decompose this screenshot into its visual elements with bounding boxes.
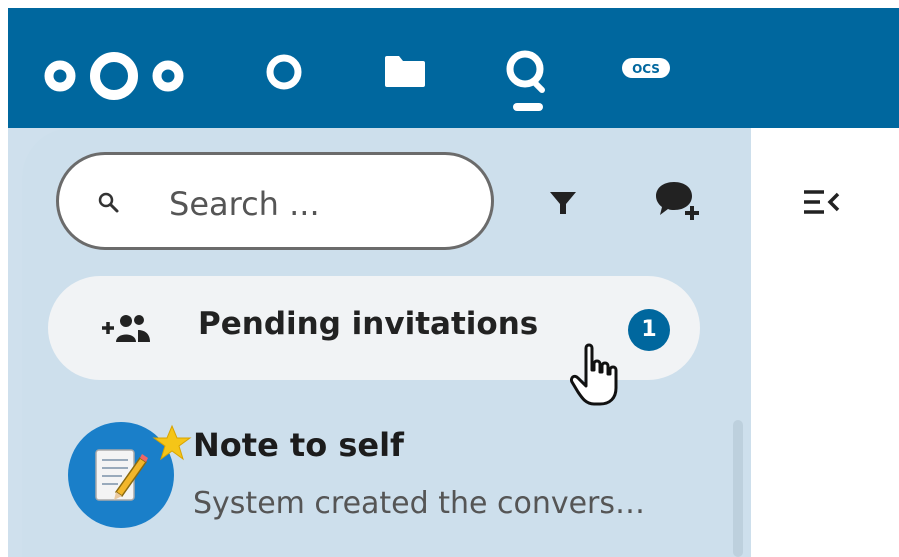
- files-folder-icon[interactable]: [383, 54, 427, 88]
- hand-cursor-icon: [570, 343, 618, 406]
- nextcloud-logo-icon[interactable]: [40, 50, 188, 102]
- search-box[interactable]: [56, 152, 494, 250]
- pending-count-badge: 1: [628, 309, 670, 351]
- ocs-icon[interactable]: OCS: [620, 56, 672, 80]
- favorite-star-icon: [152, 424, 192, 461]
- conversation-last-message: System created the convers…: [193, 486, 646, 521]
- window-edge: [0, 0, 8, 557]
- conversation-list-item[interactable]: Note to self System created the convers…: [48, 410, 738, 540]
- close-sidebar-icon[interactable]: [802, 188, 842, 216]
- conversation-title: Note to self: [193, 426, 404, 464]
- search-icon: [98, 192, 119, 213]
- talk-icon[interactable]: [500, 46, 550, 96]
- sidebar-scrollbar[interactable]: [733, 420, 743, 557]
- new-conversation-icon[interactable]: [654, 178, 704, 222]
- memo-icon: [95, 449, 148, 501]
- filter-icon[interactable]: [548, 190, 578, 218]
- active-app-indicator: [513, 103, 543, 111]
- dashboard-icon[interactable]: [262, 50, 306, 94]
- search-input[interactable]: [167, 175, 471, 233]
- add-group-icon: [102, 315, 150, 342]
- ocs-label: OCS: [632, 62, 660, 76]
- pending-invitations-label: Pending invitations: [198, 306, 539, 342]
- app-frame: OCS Pending invitations 1: [0, 0, 899, 557]
